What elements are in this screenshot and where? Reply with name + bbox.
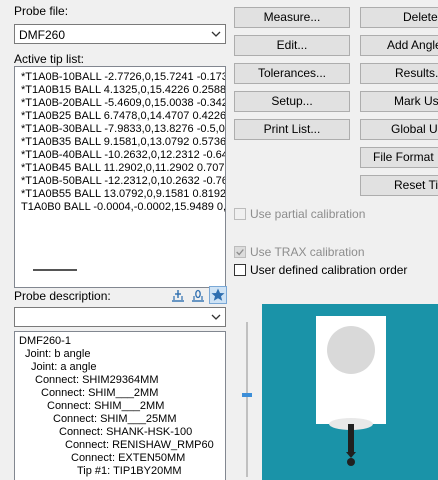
list-item[interactable]: *T1A0B55 BALL 13.0792,0,9.1581 0.8192, [21,188,225,200]
mark-used-button[interactable]: Mark Used [360,91,438,112]
trax-calibration-checkbox[interactable] [234,246,246,258]
probe-description-label: Probe description: [14,289,111,303]
slider-track[interactable] [246,322,248,477]
probe-description-tree[interactable]: DMF260-1 Joint: b angle Joint: a angle C… [14,331,226,480]
slider-thumb[interactable] [242,393,252,397]
tree-item: Connect: SHIM29364MM [35,374,159,386]
add-tip-icon[interactable] [170,287,186,303]
tree-item: Joint: b angle [25,348,91,360]
probe-graphic [316,316,386,466]
active-tip-list[interactable]: *T1A0B-10BALL -2.7726,0,15.7241 -0.173 *… [14,66,226,288]
probe-file-value: DMF260 [19,28,66,42]
tolerances-button[interactable]: Tolerances... [234,63,350,84]
list-item[interactable]: *T1A0B45 BALL 11.2902,0,11.2902 0.7071 [21,162,225,174]
tree-item: Connect: RENISHAW_RMP60 [65,439,214,451]
checkmark-icon [236,249,244,256]
setup-button[interactable]: Setup... [234,91,350,112]
tree-item: Connect: EXTEN50MM [71,452,186,464]
chevron-down-icon [211,31,221,37]
probe-description-select[interactable] [14,307,226,327]
global-used-button[interactable]: Global Used [360,119,438,140]
reset-tips-button[interactable]: Reset Tips [360,175,438,196]
list-item[interactable]: *T1A0B-50BALL -12.2312,0,10.2632 -0.76 [21,175,225,187]
print-list-button[interactable]: Print List... [234,119,350,140]
horizontal-scrollbar-thumb[interactable] [33,269,77,271]
list-item[interactable]: *T1A0B-40BALL -10.2632,0,12.2312 -0.64 [21,149,225,161]
user-order-checkbox[interactable] [234,264,246,276]
list-item[interactable]: *T1A0B35 BALL 9.1581,0,13.0792 0.5736, [21,136,225,148]
file-format-button[interactable]: File Format [360,147,438,168]
probe-preview [262,304,438,480]
list-item[interactable]: *T1A0B15 BALL 4.1325,0,15.4226 0.2588, [21,84,225,96]
list-item[interactable]: *T1A0B-30BALL -7.9833,0,13.8276 -0.5,0, [21,123,225,135]
measure-button[interactable]: Measure... [234,7,350,28]
trax-calibration-label: Use TRAX calibration [250,245,365,259]
tree-item: Connect: SHIM___25MM [53,413,177,425]
favorite-star-icon[interactable] [209,286,227,304]
active-tip-list-label: Active tip list: [14,52,85,66]
tree-item: Connect: SHANK-HSK-100 [59,426,193,438]
tree-item: DMF260-1 [19,335,71,347]
edit-tip-icon[interactable] [190,287,206,303]
partial-calibration-label: Use partial calibration [250,207,366,221]
tree-item: Connect: SHIM___2MM [41,387,159,399]
tree-item: Tip #1: TIP1BY20MM [77,465,182,477]
tree-item: Connect: SHIM___2MM [47,400,165,412]
user-order-label: User defined calibration order [250,263,408,277]
probe-file-select[interactable]: DMF260 [14,24,226,44]
results-button[interactable]: Results... [360,63,438,84]
tree-item: Joint: a angle [31,361,97,373]
list-item[interactable]: *T1A0B25 BALL 6.7478,0,14.4707 0.4226, [21,110,225,122]
add-angles-button[interactable]: Add Angles [360,35,438,56]
chevron-down-icon [211,314,221,320]
list-item[interactable]: T1A0B0 BALL -0.0004,-0.0002,15.9489 0,0 [21,201,225,213]
partial-calibration-checkbox[interactable] [234,208,246,220]
delete-button[interactable]: Delete [360,7,438,28]
list-item[interactable]: *T1A0B-10BALL -2.7726,0,15.7241 -0.173 [21,71,225,83]
edit-button[interactable]: Edit... [234,35,350,56]
list-item[interactable]: *T1A0B-20BALL -5.4609,0,15.0038 -0.342 [21,97,225,109]
probe-file-label: Probe file: [14,4,69,18]
